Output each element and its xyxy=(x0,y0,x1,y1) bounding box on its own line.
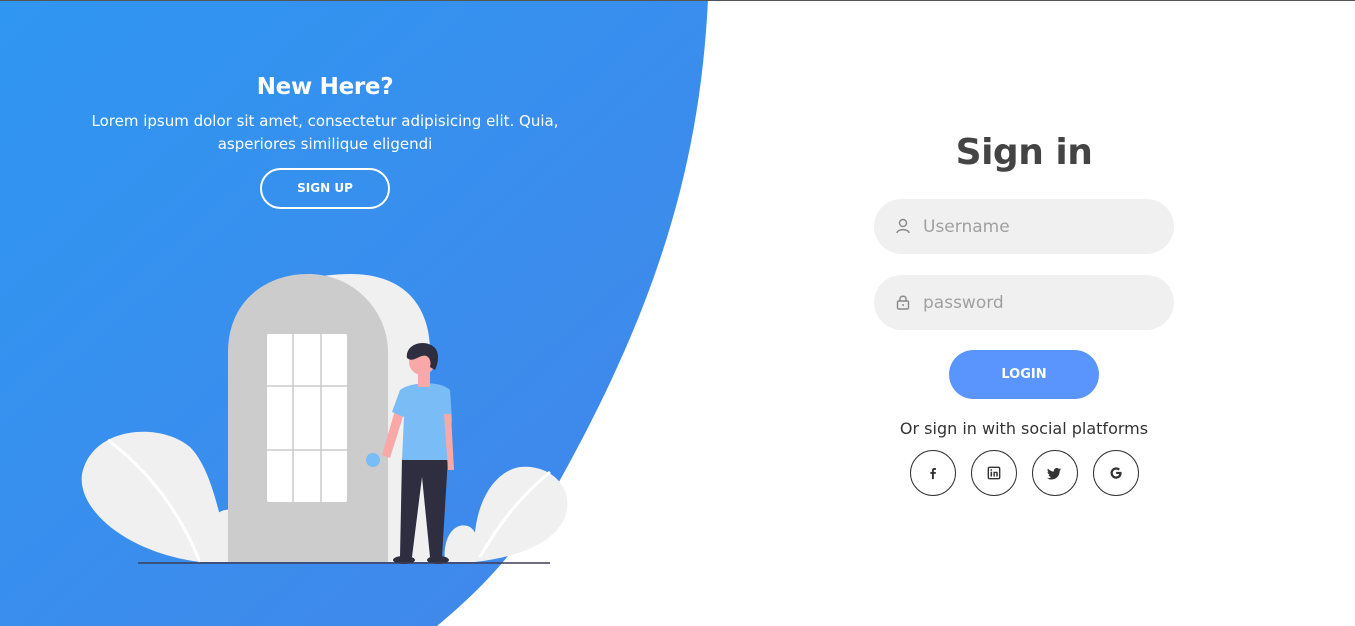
username-input[interactable] xyxy=(923,199,1153,254)
username-field[interactable] xyxy=(874,199,1174,254)
panel-title: New Here? xyxy=(256,74,394,100)
social-icons xyxy=(874,450,1174,496)
password-field[interactable] xyxy=(874,275,1174,330)
panel-description: Lorem ipsum dolor sit amet, consectetur … xyxy=(91,112,559,153)
user-icon xyxy=(896,218,910,234)
door-illustration xyxy=(81,274,568,564)
social-text: Or sign in with social platforms xyxy=(899,419,1149,438)
password-input[interactable] xyxy=(923,275,1153,330)
sign-in-form: Sign in LOGIN Or sign in with social pla… xyxy=(874,128,1174,496)
twitter-icon[interactable] xyxy=(1031,450,1078,496)
sign-in-title: Sign in xyxy=(955,132,1093,173)
facebook-icon[interactable] xyxy=(909,450,956,496)
top-border xyxy=(0,0,1355,1)
google-icon[interactable] xyxy=(1092,450,1139,496)
login-button[interactable]: LOGIN xyxy=(949,350,1099,399)
linkedin-icon[interactable] xyxy=(970,450,1017,496)
signup-panel: New Here? Lorem ipsum dolor sit amet, co… xyxy=(60,74,590,209)
lock-icon xyxy=(896,295,910,310)
sign-up-button[interactable]: SIGN UP xyxy=(260,168,390,209)
